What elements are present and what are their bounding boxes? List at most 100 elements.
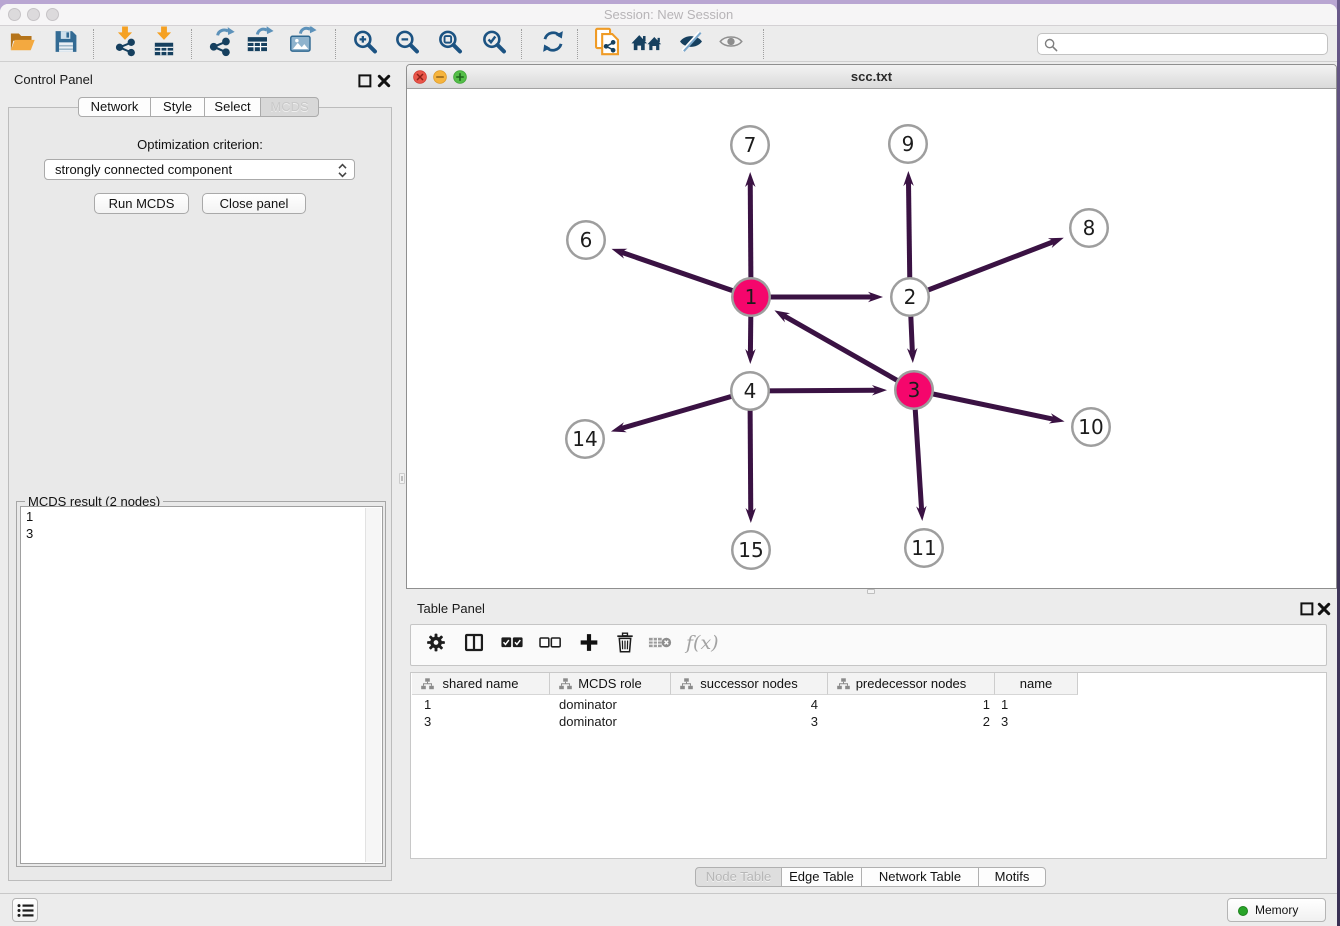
- mcds-result-list[interactable]: 13: [20, 506, 383, 864]
- graph-node-4[interactable]: 4: [731, 372, 769, 410]
- delete-columns-icon[interactable]: [648, 634, 672, 656]
- cell-predecessor_nodes: 2: [828, 713, 990, 730]
- graph-edge-3-10[interactable]: [914, 390, 1065, 424]
- cell-mcds_role: dominator: [559, 713, 617, 730]
- svg-text:14: 14: [572, 427, 597, 451]
- svg-text:3: 3: [908, 378, 921, 402]
- criterion-select[interactable]: strongly connected component: [44, 159, 355, 180]
- table-row[interactable]: 1dominator411: [411, 696, 1326, 713]
- table-tab-network-table[interactable]: Network Table: [861, 867, 979, 887]
- control-panel-tabs: NetworkStyleSelectMCDS: [78, 97, 319, 117]
- export-image-icon[interactable]: [289, 26, 317, 61]
- graph-edge-1-6[interactable]: [612, 249, 751, 297]
- graph-node-10[interactable]: 10: [1072, 408, 1110, 446]
- float-table-panel-icon[interactable]: [1300, 602, 1314, 616]
- float-panel-icon[interactable]: [358, 74, 372, 88]
- graph-node-7[interactable]: 7: [731, 126, 769, 164]
- add-row-icon[interactable]: [579, 633, 599, 658]
- toolbar-separator: [521, 29, 522, 59]
- result-scrollbar[interactable]: [365, 508, 381, 862]
- delete-row-icon[interactable]: [617, 633, 634, 658]
- cell-successor_nodes: 3: [671, 713, 818, 730]
- graph-edge-4-14[interactable]: [611, 391, 750, 432]
- column-header-MCDS-role[interactable]: MCDS role: [550, 673, 671, 695]
- column-header-successor-nodes[interactable]: successor nodes: [671, 673, 828, 695]
- import-table-icon[interactable]: [152, 26, 176, 61]
- control-tab-network[interactable]: Network: [78, 97, 151, 117]
- graph-edge-4-3[interactable]: [750, 385, 887, 395]
- column-header-name[interactable]: name: [995, 673, 1078, 695]
- run-mcds-button[interactable]: Run MCDS: [94, 193, 189, 214]
- svg-text:11: 11: [911, 536, 936, 560]
- close-panel-icon[interactable]: [377, 74, 391, 88]
- graph-edge-2-8[interactable]: [910, 238, 1064, 297]
- hide-panels-icon[interactable]: [678, 30, 705, 57]
- cell-successor_nodes: 4: [671, 696, 818, 713]
- status-bar: Memory: [0, 893, 1337, 926]
- column-header-predecessor-nodes[interactable]: predecessor nodes: [828, 673, 995, 695]
- cell-name: 3: [1001, 713, 1008, 730]
- control-tab-mcds[interactable]: MCDS: [260, 97, 319, 117]
- table-tab-motifs[interactable]: Motifs: [978, 867, 1046, 887]
- function-builder-button[interactable]: f(x): [686, 632, 719, 654]
- export-table-icon[interactable]: [246, 26, 274, 61]
- zoom-out-icon[interactable]: [394, 28, 420, 59]
- network-minimize-button[interactable]: [433, 70, 447, 84]
- table-toolbar: f(x): [410, 624, 1327, 666]
- app-title: Session: New Session: [0, 4, 1337, 26]
- new-network-from-selection-icon[interactable]: [595, 27, 620, 60]
- close-panel-button[interactable]: Close panel: [202, 193, 306, 214]
- vertical-splitter-grip[interactable]: [399, 473, 405, 484]
- show-panel-button[interactable]: [12, 898, 38, 922]
- memory-button[interactable]: Memory: [1227, 898, 1326, 922]
- export-network-icon[interactable]: [208, 26, 236, 61]
- svg-text:9: 9: [902, 132, 915, 156]
- zoom-selected-icon[interactable]: [481, 28, 507, 59]
- graph-node-6[interactable]: 6: [567, 221, 605, 259]
- table-settings-icon[interactable]: [427, 633, 446, 657]
- open-session-icon[interactable]: [8, 29, 35, 59]
- search-box[interactable]: [1037, 33, 1328, 55]
- graph-node-3[interactable]: 3: [895, 371, 933, 409]
- mcds-panel: Optimization criterion: strongly connect…: [8, 107, 392, 881]
- import-network-icon[interactable]: [113, 26, 137, 61]
- network-window: scc.txt: [406, 64, 1337, 589]
- control-tab-select[interactable]: Select: [204, 97, 261, 117]
- list-icon: [17, 903, 34, 918]
- network-maximize-button[interactable]: [453, 70, 467, 84]
- select-all-icon[interactable]: [501, 636, 523, 654]
- toolbar-separator: [763, 29, 764, 59]
- graph-node-8[interactable]: 8: [1070, 209, 1108, 247]
- graph-node-15[interactable]: 15: [732, 531, 770, 569]
- table-tab-node-table[interactable]: Node Table: [695, 867, 782, 887]
- show-graphics-details-icon[interactable]: [719, 34, 743, 54]
- network-close-button[interactable]: [413, 70, 427, 84]
- graph-node-9[interactable]: 9: [889, 125, 927, 163]
- table-panel-tabs: Node TableEdge TableNetwork TableMotifs: [695, 867, 1046, 887]
- graph-node-14[interactable]: 14: [566, 420, 604, 458]
- control-tab-style[interactable]: Style: [150, 97, 205, 117]
- column-header-shared-name[interactable]: shared name: [412, 673, 550, 695]
- table-tab-edge-table[interactable]: Edge Table: [781, 867, 862, 887]
- svg-text:10: 10: [1078, 415, 1103, 439]
- memory-label: Memory: [1255, 903, 1298, 917]
- graph-node-11[interactable]: 11: [905, 529, 943, 567]
- refresh-icon[interactable]: [540, 29, 565, 59]
- first-neighbors-icon[interactable]: [632, 30, 663, 57]
- svg-text:7: 7: [744, 133, 757, 157]
- criterion-value: strongly connected component: [55, 160, 232, 179]
- table-row[interactable]: 3dominator323: [411, 713, 1326, 730]
- graph-node-1[interactable]: 1: [732, 278, 770, 316]
- unselect-all-icon[interactable]: [539, 636, 561, 654]
- zoom-fit-icon[interactable]: [437, 28, 463, 59]
- show-columns-icon[interactable]: [465, 633, 484, 657]
- save-session-icon[interactable]: [53, 28, 79, 59]
- graph-edge-3-1[interactable]: [774, 310, 914, 390]
- optimization-criterion-label: Optimization criterion:: [9, 137, 391, 152]
- zoom-in-icon[interactable]: [352, 28, 378, 59]
- network-canvas[interactable]: 1 2 3 4 6 7 8 9 10 11 14 15: [407, 89, 1336, 588]
- close-table-panel-icon[interactable]: [1317, 602, 1331, 616]
- graph-node-2[interactable]: 2: [891, 278, 929, 316]
- search-input[interactable]: [1062, 35, 1322, 53]
- node-table[interactable]: shared name MCDS role successor nodes pr…: [410, 672, 1327, 859]
